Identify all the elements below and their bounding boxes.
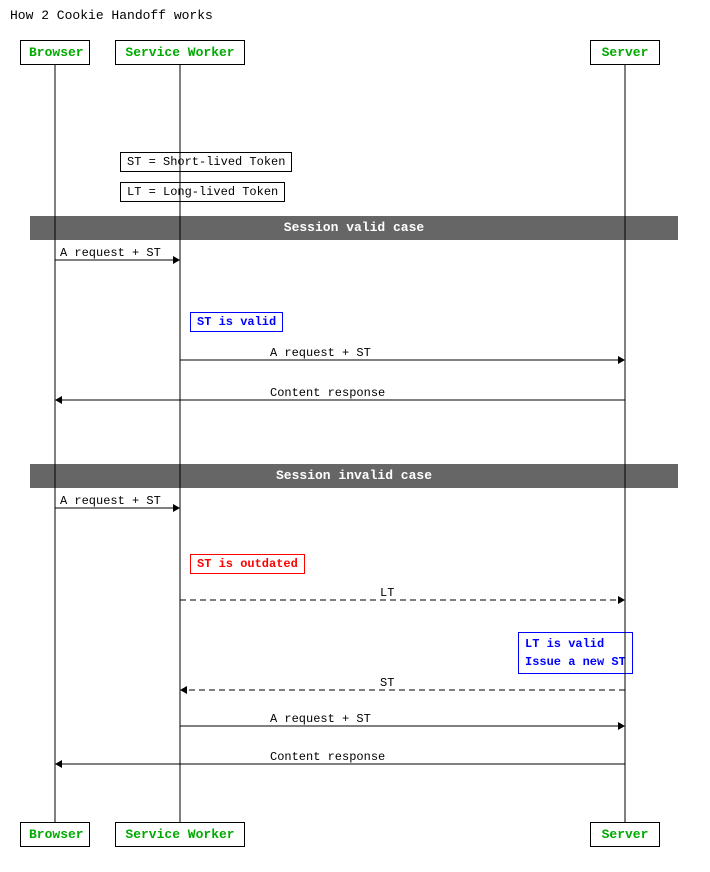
- actor-browser-top: Browser: [20, 40, 90, 65]
- label-request-st-1: A request + ST: [60, 246, 161, 260]
- label-content-response-1: Content response: [270, 386, 385, 400]
- actor-browser-bottom: Browser: [20, 822, 90, 847]
- diagram-svg: [0, 0, 710, 872]
- label-content-response-2: Content response: [270, 750, 385, 764]
- diagram-container: How 2 Cookie Handoff works Browser Servi…: [0, 0, 710, 872]
- annotation-st-outdated: ST is outdated: [190, 554, 305, 574]
- section-invalid: Session invalid case: [30, 464, 678, 488]
- def-lt: LT = Long-lived Token: [120, 182, 285, 202]
- actor-server-bottom: Server: [590, 822, 660, 847]
- actor-server-top: Server: [590, 40, 660, 65]
- label-st: ST: [380, 676, 394, 690]
- def-st: ST = Short-lived Token: [120, 152, 292, 172]
- label-request-st-4: A request + ST: [270, 712, 371, 726]
- annotation-lt-valid: LT is validIssue a new ST: [518, 632, 633, 674]
- actor-service-worker-bottom: Service Worker: [115, 822, 245, 847]
- label-request-st-2: A request + ST: [270, 346, 371, 360]
- annotation-st-valid: ST is valid: [190, 312, 283, 332]
- label-request-st-3: A request + ST: [60, 494, 161, 508]
- diagram-title: How 2 Cookie Handoff works: [10, 8, 213, 23]
- section-valid: Session valid case: [30, 216, 678, 240]
- label-lt: LT: [380, 586, 394, 600]
- actor-service-worker-top: Service Worker: [115, 40, 245, 65]
